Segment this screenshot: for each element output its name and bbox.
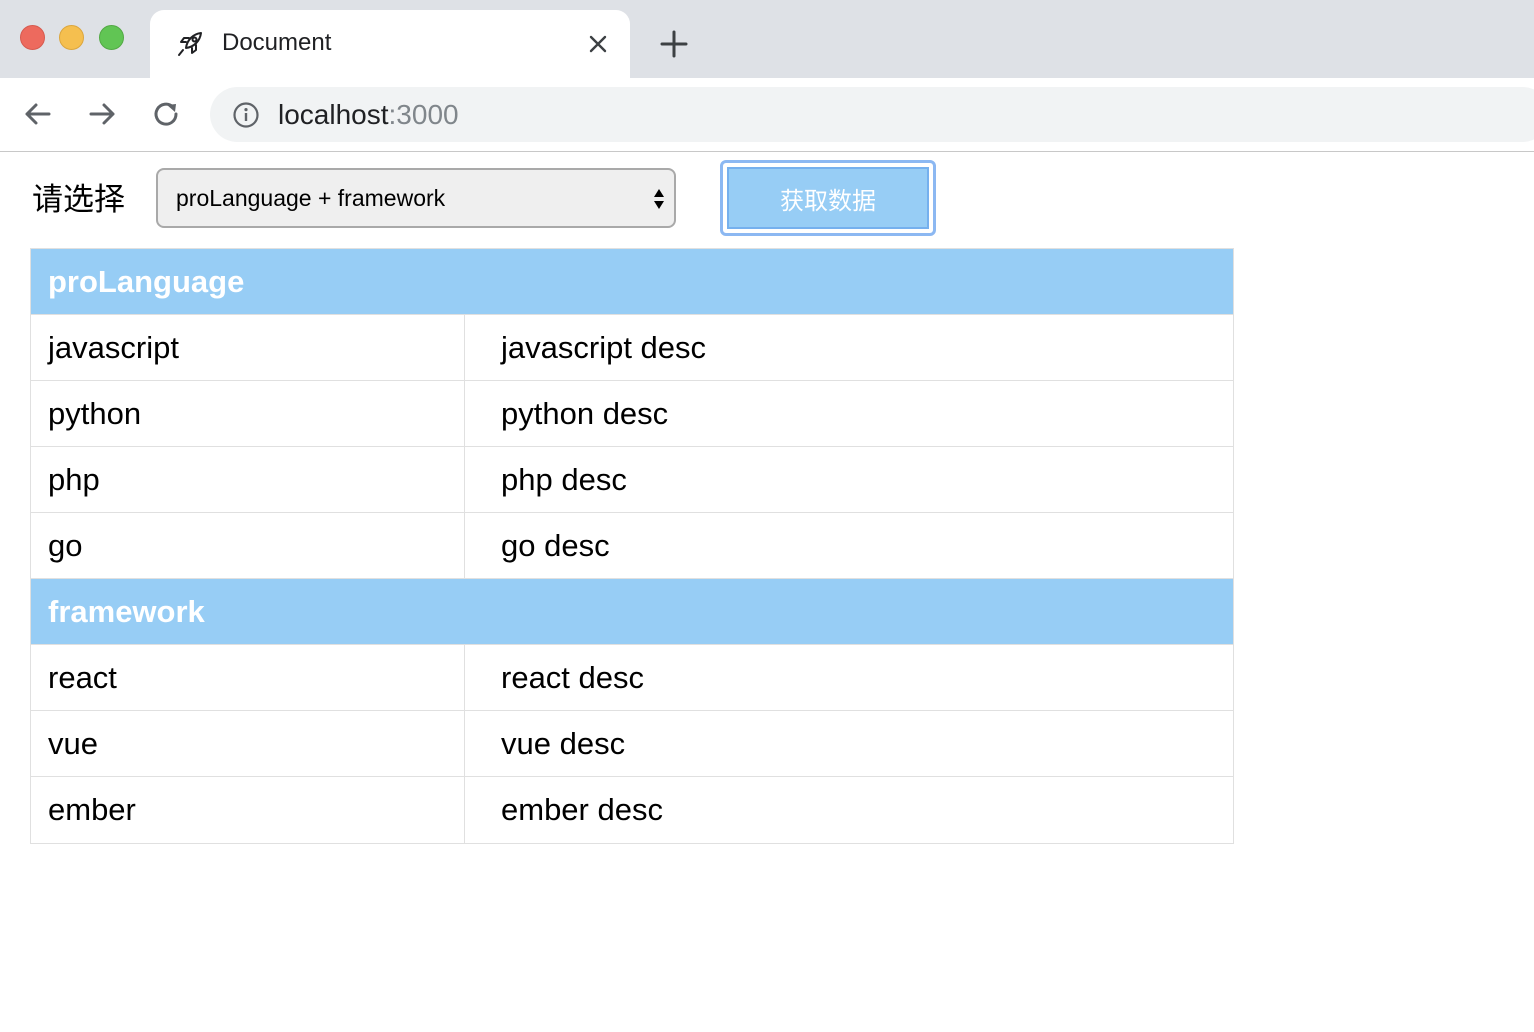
group-header-prolanguage: proLanguage (31, 249, 1233, 315)
cell-name: react (31, 645, 465, 710)
cell-desc: react desc (501, 659, 645, 695)
close-icon[interactable] (586, 32, 610, 56)
rocket-icon (178, 32, 202, 56)
table-row: ember ember desc (31, 777, 1233, 843)
table-row: go go desc (31, 513, 1233, 579)
cell-desc: vue desc (501, 725, 626, 761)
cell-desc: php desc (501, 461, 627, 497)
table-row: vue vue desc (31, 711, 1233, 777)
maximize-window-button[interactable] (99, 25, 124, 50)
address-bar[interactable]: localhost:3000 (210, 87, 1534, 142)
info-icon[interactable] (232, 101, 260, 129)
select-value: proLanguage + framework (176, 185, 446, 211)
url-port: :3000 (388, 99, 459, 130)
plus-icon[interactable] (660, 30, 688, 58)
data-table: proLanguage javascript javascript desc p… (30, 248, 1234, 844)
url-text: localhost:3000 (278, 99, 459, 131)
table-row: python python desc (31, 381, 1233, 447)
tab-strip: Document (0, 0, 1534, 78)
select-label: 请选择 (32, 182, 125, 217)
arrow-right-icon[interactable] (86, 98, 118, 130)
reload-icon[interactable] (150, 98, 182, 130)
category-select[interactable]: proLanguage + framework (156, 168, 676, 228)
url-host: localhost (278, 99, 389, 130)
arrow-left-icon[interactable] (22, 98, 54, 130)
fetch-data-button[interactable]: 获取数据 (720, 160, 936, 236)
page-content: 请选择 proLanguage + framework 获取数据 proLang… (0, 152, 1534, 1032)
cell-desc: python desc (501, 395, 669, 431)
cell-name: php (31, 447, 465, 512)
fetch-data-button-label: 获取数据 (727, 167, 929, 229)
group-header-framework: framework (31, 579, 1233, 645)
cell-name: python (31, 381, 465, 446)
cell-name: go (31, 513, 465, 578)
table-row: react react desc (31, 645, 1233, 711)
table-row: javascript javascript desc (31, 315, 1233, 381)
cell-name: ember (31, 777, 465, 843)
cell-desc: javascript desc (501, 329, 707, 365)
cell-desc: go desc (501, 527, 610, 563)
cell-name: vue (31, 711, 465, 776)
cell-desc: ember desc (501, 792, 663, 827)
tab-title: Document (222, 29, 332, 56)
close-window-button[interactable] (20, 25, 45, 50)
minimize-window-button[interactable] (59, 25, 84, 50)
tab-document[interactable]: Document (150, 10, 630, 78)
cell-name: javascript (31, 315, 465, 380)
table-row: php php desc (31, 447, 1233, 513)
browser-toolbar: localhost:3000 (0, 78, 1534, 152)
select-arrows-icon (654, 189, 664, 209)
